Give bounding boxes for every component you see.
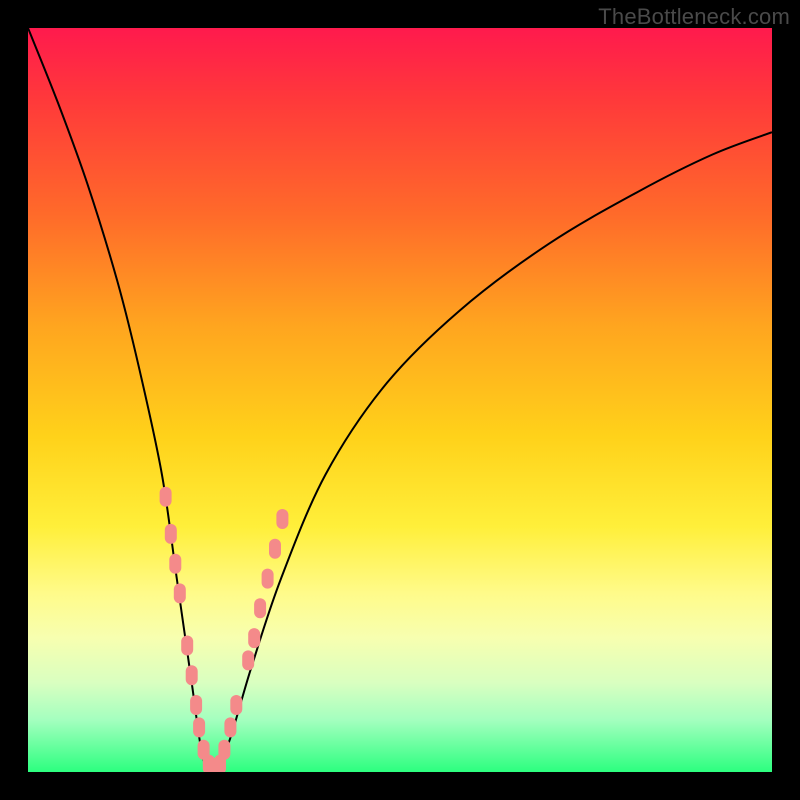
scatter-dot <box>174 583 186 603</box>
scatter-dot <box>186 665 198 685</box>
scatter-dot <box>262 569 274 589</box>
scatter-group <box>160 487 289 772</box>
scatter-dot <box>181 636 193 656</box>
scatter-dot <box>169 554 181 574</box>
watermark-text: TheBottleneck.com <box>598 4 790 30</box>
scatter-dot <box>269 539 281 559</box>
scatter-dot <box>165 524 177 544</box>
scatter-dot <box>254 598 266 618</box>
scatter-dot <box>218 740 230 760</box>
scatter-dot <box>242 650 254 670</box>
scatter-dot <box>224 717 236 737</box>
scatter-dot <box>190 695 202 715</box>
scatter-dot <box>248 628 260 648</box>
scatter-dot <box>193 717 205 737</box>
scatter-dot <box>230 695 242 715</box>
plot-area <box>28 28 772 772</box>
scatter-dot <box>276 509 288 529</box>
scatter-dot <box>160 487 172 507</box>
bottleneck-curve <box>28 28 772 772</box>
outer-frame: TheBottleneck.com <box>0 0 800 800</box>
curve-svg <box>28 28 772 772</box>
